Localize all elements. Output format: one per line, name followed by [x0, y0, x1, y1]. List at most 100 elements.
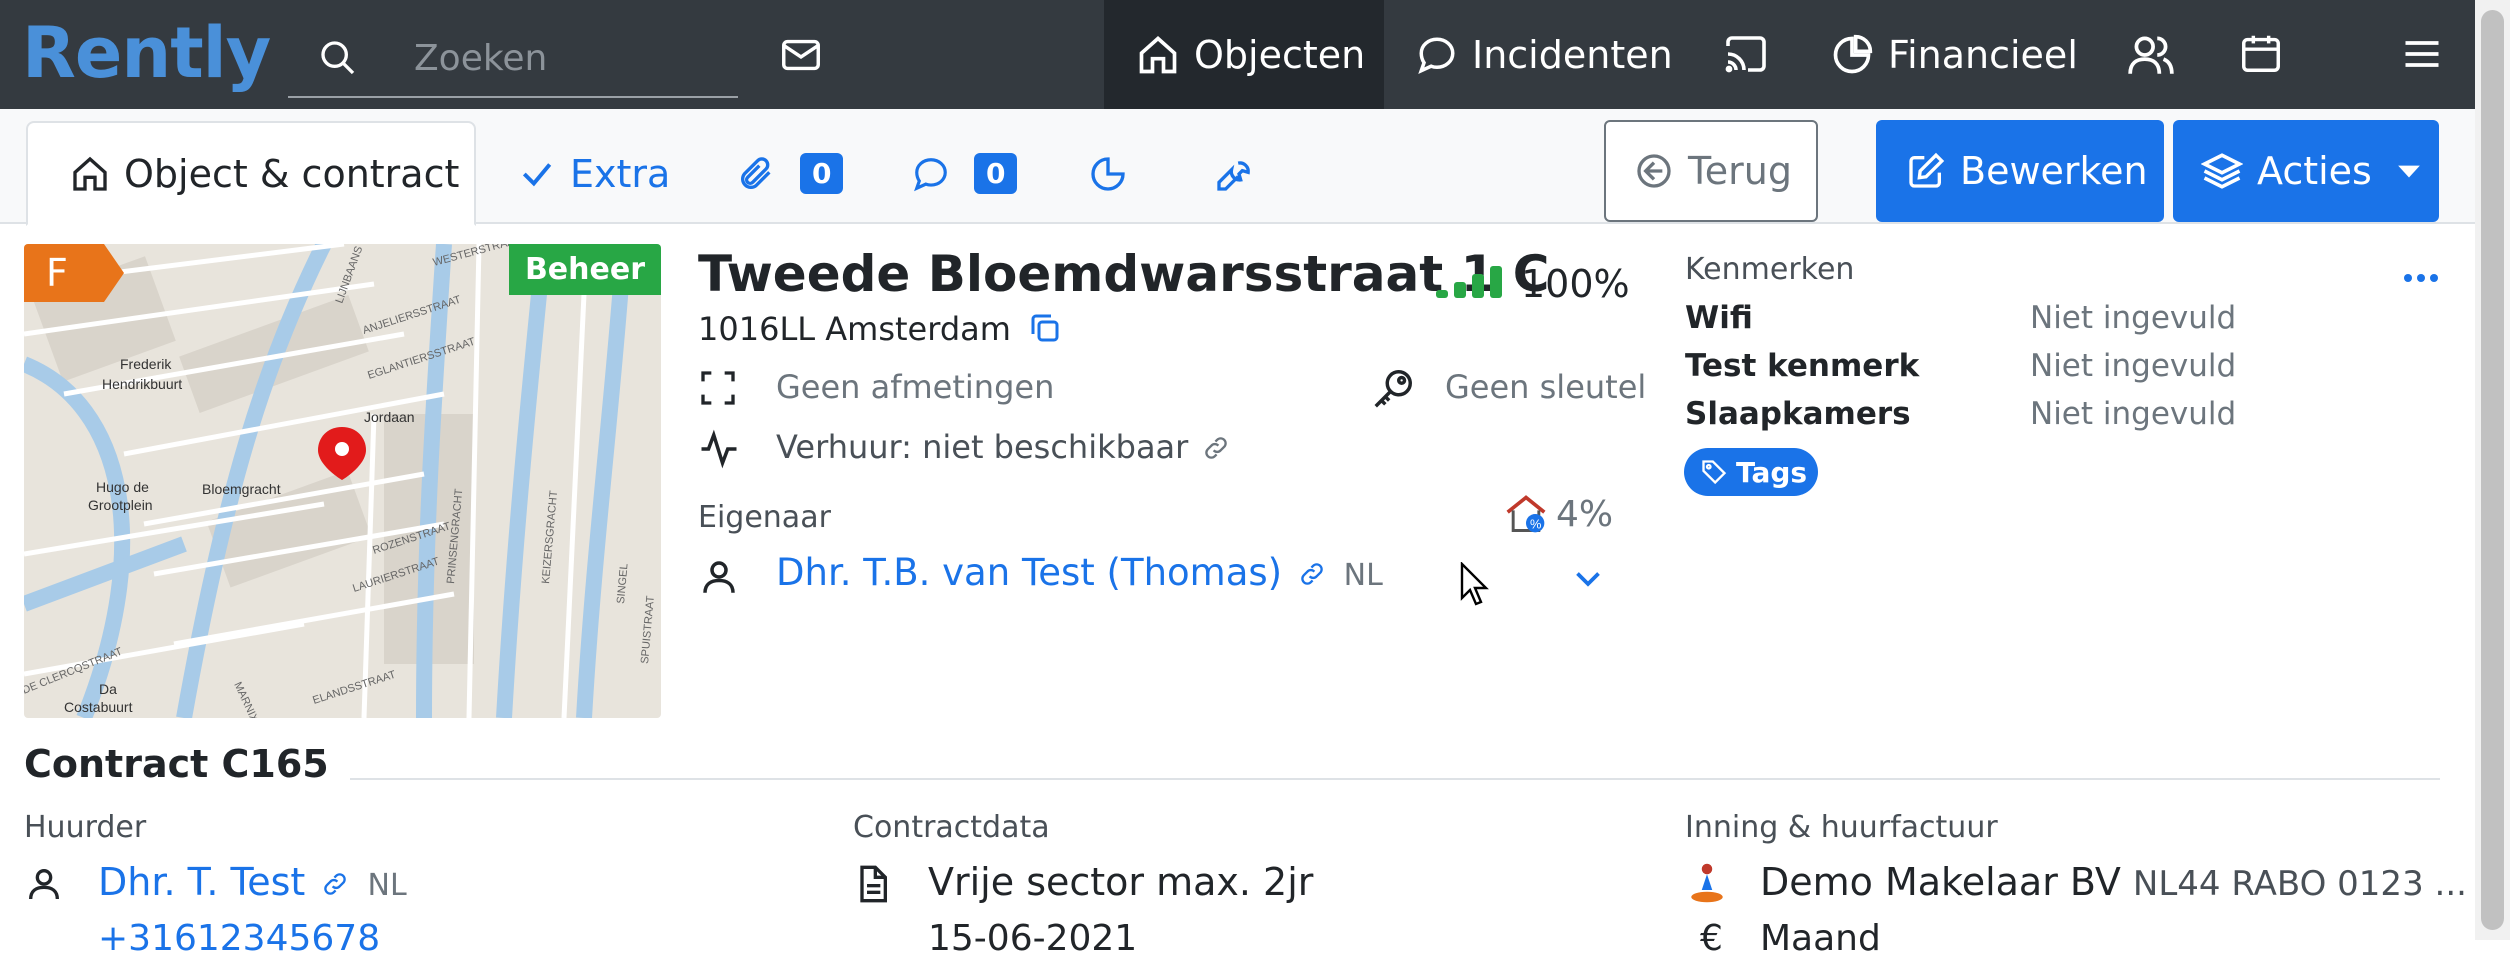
map-image: Frederik Hendrikbuurt Jordaan Bloemgracht…	[24, 244, 661, 718]
back-button[interactable]: Terug	[1604, 120, 1818, 222]
section-divider	[350, 778, 2440, 780]
search-input[interactable]	[414, 30, 714, 86]
tab-object-contract[interactable]: Object & contract	[26, 121, 476, 226]
chevron-down-icon[interactable]	[1570, 560, 1606, 596]
tab-maintenance[interactable]	[1214, 121, 1268, 226]
person-icon	[29, 869, 59, 900]
rental-status-text: Verhuur: niet beschikbaar	[776, 428, 1189, 466]
nav-objecten-label: Objecten	[1194, 32, 1366, 77]
location-map[interactable]: Frederik Hendrikbuurt Jordaan Bloemgracht…	[24, 244, 661, 718]
attachments-count-badge: 0	[800, 153, 844, 194]
signal-strength-icon	[1436, 266, 1502, 298]
actions-dropdown-button[interactable]: Acties	[2173, 120, 2439, 222]
owner-label: Eigenaar	[698, 500, 831, 535]
edit-button[interactable]: Bewerken	[1876, 120, 2164, 222]
postcode-city: 1016LL Amsterdam	[698, 310, 1063, 348]
tab-attachments[interactable]: 0	[736, 121, 844, 226]
link-icon[interactable]	[1298, 560, 1326, 588]
svg-text:Costabuurt: Costabuurt	[64, 699, 133, 715]
collection-party: Demo Makelaar BV	[1760, 860, 2121, 904]
collection-row: Demo Makelaar BV NL44 RABO 0123 ...	[1760, 860, 2467, 904]
svg-text:%: %	[1530, 517, 1541, 532]
nav-objecten[interactable]: Objecten	[1104, 0, 1384, 109]
collection-period: Maand	[1760, 918, 1881, 959]
tag-icon	[1702, 460, 1727, 485]
chat-bubble-icon	[914, 157, 947, 191]
kenmerk-value: Niet ingevuld	[2030, 396, 2237, 432]
status-badge: Beheer	[508, 244, 661, 295]
svg-text:Frederik: Frederik	[120, 356, 172, 372]
mail-icon[interactable]	[778, 32, 824, 78]
chat-bubble-icon	[1418, 36, 1455, 74]
contract-type: Vrije sector max. 2jr	[928, 860, 1314, 904]
contract-data-label: Contractdata	[853, 810, 1050, 845]
collection-iban: NL44 RABO 0123 ...	[2132, 864, 2467, 904]
home-icon	[1139, 35, 1177, 73]
key-text: Geen sleutel	[1445, 368, 1647, 406]
house-percent-icon: %	[1506, 495, 1546, 533]
tab-extra[interactable]: Extra	[518, 121, 670, 226]
svg-text:Bloemgracht: Bloemgracht	[202, 481, 281, 497]
brand-logo[interactable]: Rently	[22, 12, 271, 94]
svg-text:Hugo de: Hugo de	[96, 479, 149, 495]
search-icon	[321, 41, 355, 75]
key-icon	[1374, 370, 1412, 408]
owner-share: 4%	[1556, 494, 1614, 535]
users-icon[interactable]	[2126, 30, 2176, 80]
tags-button-label: Tags	[1736, 455, 1808, 489]
more-options-icon[interactable]	[2403, 268, 2439, 288]
link-icon[interactable]	[321, 870, 349, 898]
back-button-label: Terug	[1688, 149, 1792, 193]
nav-financieel[interactable]: Financieel	[1830, 0, 2078, 109]
kenmerk-value: Niet ingevuld	[2030, 348, 2237, 384]
tab-object-contract-label: Object & contract	[124, 151, 460, 196]
object-title: Tweede Bloemdwarsstraat 1 C	[698, 245, 1550, 303]
kenmerk-value: Niet ingevuld	[2030, 300, 2237, 336]
arrow-left-circle-icon	[1637, 154, 1671, 188]
owner-language: NL	[1343, 558, 1383, 593]
edit-button-label: Bewerken	[1960, 149, 2148, 193]
actions-button-label: Acties	[2257, 149, 2372, 193]
kenmerk-label: Slaapkamers	[1685, 396, 1911, 432]
home-icon	[73, 156, 107, 191]
pie-chart-icon	[1833, 34, 1873, 73]
kenmerk-label: Wifi	[1685, 300, 1753, 336]
svg-text:Grootplein: Grootplein	[88, 497, 153, 513]
svg-text:Da: Da	[99, 681, 117, 697]
nav-incidenten[interactable]: Incidenten	[1416, 0, 1673, 109]
contract-date: 15-06-2021	[928, 918, 1138, 959]
check-icon	[522, 162, 552, 186]
rental-status: Verhuur: niet beschikbaar	[776, 428, 1230, 466]
tenant-language: NL	[367, 868, 407, 903]
copy-icon[interactable]	[1027, 310, 1063, 346]
search-box	[288, 18, 738, 98]
cast-icon[interactable]	[1722, 30, 1770, 78]
tenant-phone[interactable]: +31612345678	[98, 918, 380, 959]
owner-name-link[interactable]: Dhr. T.B. van Test (Thomas)	[776, 551, 1282, 594]
kenmerken-title: Kenmerken	[1685, 252, 1855, 287]
caret-down-icon	[2398, 165, 2420, 178]
collection-label: Inning & huurfactuur	[1685, 810, 1998, 845]
energy-label-badge: F	[24, 244, 124, 302]
pie-chart-icon	[1091, 156, 1125, 191]
completeness-percentage: 100%	[1521, 262, 1630, 306]
tags-button[interactable]: Tags	[1684, 448, 1818, 496]
link-icon[interactable]	[1202, 434, 1230, 462]
calendar-icon[interactable]	[2238, 30, 2284, 76]
tenant-label: Huurder	[24, 810, 147, 845]
menu-icon[interactable]	[2400, 32, 2444, 76]
layers-icon	[2201, 153, 2243, 189]
wrench-icon	[1217, 160, 1250, 191]
tab-financial[interactable]	[1088, 121, 1142, 226]
document-icon	[860, 865, 887, 903]
owner-row: Dhr. T.B. van Test (Thomas) NL	[776, 551, 1383, 594]
mouse-cursor-icon	[1460, 562, 1489, 606]
tenant-name-link[interactable]: Dhr. T. Test	[98, 860, 305, 904]
comments-count-badge: 0	[974, 153, 1018, 194]
euro-icon: €	[1700, 918, 1723, 959]
scrollbar-thumb[interactable]	[2481, 10, 2504, 930]
tab-comments[interactable]: 0	[912, 121, 1018, 226]
person-icon	[703, 561, 735, 593]
svg-text:Hendrikbuurt: Hendrikbuurt	[102, 376, 182, 392]
pencil-square-icon	[1909, 152, 1945, 188]
